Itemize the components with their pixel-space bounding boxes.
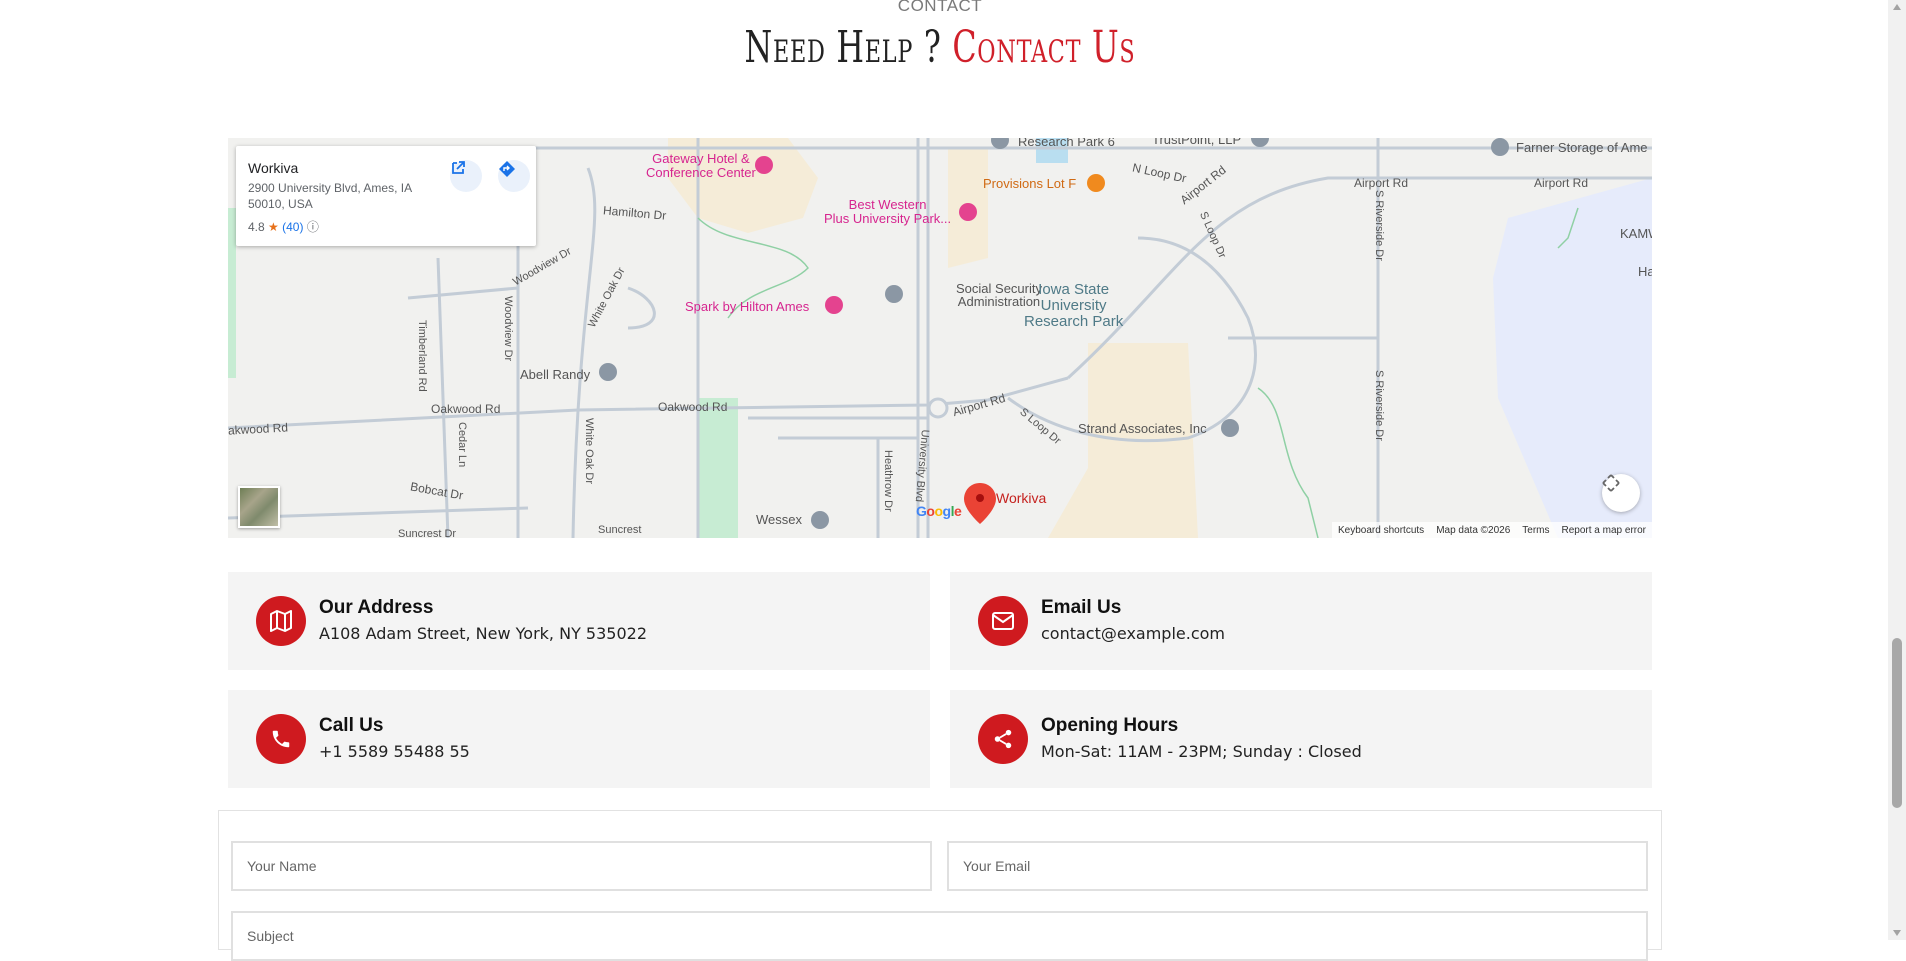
info-card-hours: Opening Hours Mon-Sat: 11AM - 23PM; Sund… (950, 690, 1652, 788)
map-icon (270, 610, 292, 632)
roundabout (927, 397, 949, 419)
info-card-address: Our Address A108 Adam Street, New York, … (228, 572, 930, 670)
phone-icon (272, 730, 290, 748)
map-data-text: Map data ©2026 (1436, 524, 1511, 536)
card-text: contact@example.com (1041, 624, 1225, 643)
keyboard-shortcuts-link[interactable]: Keyboard shortcuts (1338, 525, 1424, 536)
poi-wessex[interactable]: Wessex (756, 512, 802, 527)
section-title-main: Need Help ? (744, 22, 953, 73)
google-letter: e (953, 503, 962, 519)
place-rating: 4.8 ★ (40) ⓘ (248, 218, 319, 235)
google-logo: Google (916, 503, 962, 519)
street-suncrest: Suncrest Dr (398, 528, 457, 538)
place-name: Workiva (248, 160, 299, 176)
directions-icon (499, 161, 515, 177)
poi-research-park-6[interactable]: Research Park 6 (1018, 138, 1115, 149)
section-eyebrow: CONTACT (897, 0, 983, 15)
phone-icon-circle (256, 714, 306, 764)
info-icon[interactable]: ⓘ (307, 220, 319, 234)
card-title: Call Us (319, 715, 384, 736)
envelope-icon (992, 612, 1014, 630)
fullscreen-icon (1602, 474, 1620, 492)
street-timberland: Timberland Rd (416, 320, 428, 392)
scroll-up-arrow[interactable] (1893, 4, 1901, 10)
poi-provisions[interactable]: Provisions Lot F (983, 176, 1076, 191)
map-label-isu-line2: University (1040, 297, 1107, 314)
map-label-isu-research-park: Iowa State University Research Park (1024, 282, 1123, 330)
map-marker-workiva-label[interactable]: Workiva (996, 490, 1046, 506)
google-letter: g (942, 503, 952, 519)
google-letter: o (934, 503, 943, 519)
star-icon: ★ (268, 220, 279, 234)
email-input[interactable] (947, 841, 1648, 891)
map-label-kamw: KAMW (1620, 226, 1652, 241)
poi-gateway-hotel-line2: Conference Center (646, 165, 756, 180)
name-input[interactable] (231, 841, 932, 891)
card-title: Opening Hours (1041, 715, 1179, 736)
report-map-error-link[interactable]: Report a map error (1562, 525, 1646, 536)
address-icon-circle (256, 596, 306, 646)
poi-best-western-line2: Plus University Park... (824, 211, 952, 226)
card-title: Email Us (1041, 597, 1122, 618)
map-label-isu-line1: Iowa State (1038, 281, 1110, 298)
street-airport-4: Airport Rd (1534, 176, 1589, 190)
info-card-phone: Call Us +1 5589 55488 55 (228, 690, 930, 788)
contact-form (218, 810, 1662, 961)
street-s-riverside: S Riverside Dr (1373, 190, 1385, 261)
street-suncrest-2: Suncrest (598, 524, 642, 536)
street-airport-3: Airport Rd (1354, 176, 1409, 190)
park-area (698, 398, 738, 538)
poi-best-western-line1: Best Western (848, 197, 927, 212)
section-title: Need Help ? Contact Us (263, 18, 1617, 78)
info-card-email: Email Us contact@example.com (950, 572, 1652, 670)
subject-input[interactable] (231, 911, 1648, 961)
poi-abell-randy[interactable]: Abell Randy (520, 367, 590, 382)
poi-gateway-hotel-line1: Gateway Hotel & (652, 151, 750, 166)
street-oakwood-3: Oakwood Rd (658, 400, 728, 414)
place-address: 2900 University Blvd, Ames, IA 50010, US… (248, 181, 412, 211)
scrollbar-thumb[interactable] (1892, 638, 1902, 808)
review-count-link[interactable]: (40) (282, 220, 303, 234)
card-text: +1 5589 55488 55 (319, 742, 470, 761)
hours-icon-circle (978, 714, 1028, 764)
poi-spark-hilton[interactable]: Spark by Hilton Ames (685, 299, 809, 314)
section-title-accent: Contact Us (952, 22, 1136, 73)
poi-gateway-hotel[interactable]: Gateway Hotel & Conference Center (646, 152, 756, 180)
external-link-icon (452, 161, 465, 174)
satellite-toggle-button[interactable] (238, 486, 280, 528)
street-cedar: Cedar Ln (456, 422, 468, 468)
park-area (228, 208, 236, 378)
terms-link[interactable]: Terms (1522, 525, 1549, 536)
poi-best-western[interactable]: Best Western Plus University Park... (824, 198, 951, 226)
map-label-ha: Ha (1638, 264, 1652, 279)
poi-farner[interactable]: Farner Storage of Ame (1516, 140, 1648, 155)
map-label-isu-line3: Research Park (1024, 313, 1124, 330)
scroll-down-arrow[interactable] (1893, 930, 1901, 936)
share-icon (994, 729, 1012, 749)
street-heathrow: Heathrow Dr (882, 450, 894, 512)
poi-strand-associates[interactable]: Strand Associates, Inc (1078, 421, 1207, 436)
map-footer: Keyboard shortcuts Map data ©2026 Terms … (1332, 522, 1652, 538)
campus-area (948, 148, 988, 268)
page-scrollbar[interactable] (1888, 0, 1906, 940)
embedded-map[interactable]: Gateway Hotel & Conference Center Best W… (228, 138, 1652, 538)
card-title: Our Address (319, 597, 434, 618)
fullscreen-button[interactable] (1602, 474, 1640, 512)
open-in-maps-button[interactable] (450, 160, 482, 192)
rating-value: 4.8 (248, 220, 265, 234)
street-oakwood-2: Oakwood Rd (431, 402, 501, 416)
google-letter: G (916, 503, 927, 519)
card-text: A108 Adam Street, New York, NY 535022 (319, 624, 647, 643)
email-icon-circle (978, 596, 1028, 646)
directions-button[interactable] (498, 160, 530, 192)
poi-trustpoint[interactable]: TrustPoint, LLP (1152, 138, 1241, 147)
street-s-riverside-2: S Riverside Dr (1373, 370, 1385, 441)
street-white-oak-2: White Oak Dr (583, 418, 595, 485)
street-woodview-2: Woodview Dr (502, 296, 514, 362)
map-place-card: Workiva 2900 University Blvd, Ames, IA 5… (236, 146, 536, 246)
card-text: Mon-Sat: 11AM - 23PM; Sunday : Closed (1041, 742, 1362, 761)
